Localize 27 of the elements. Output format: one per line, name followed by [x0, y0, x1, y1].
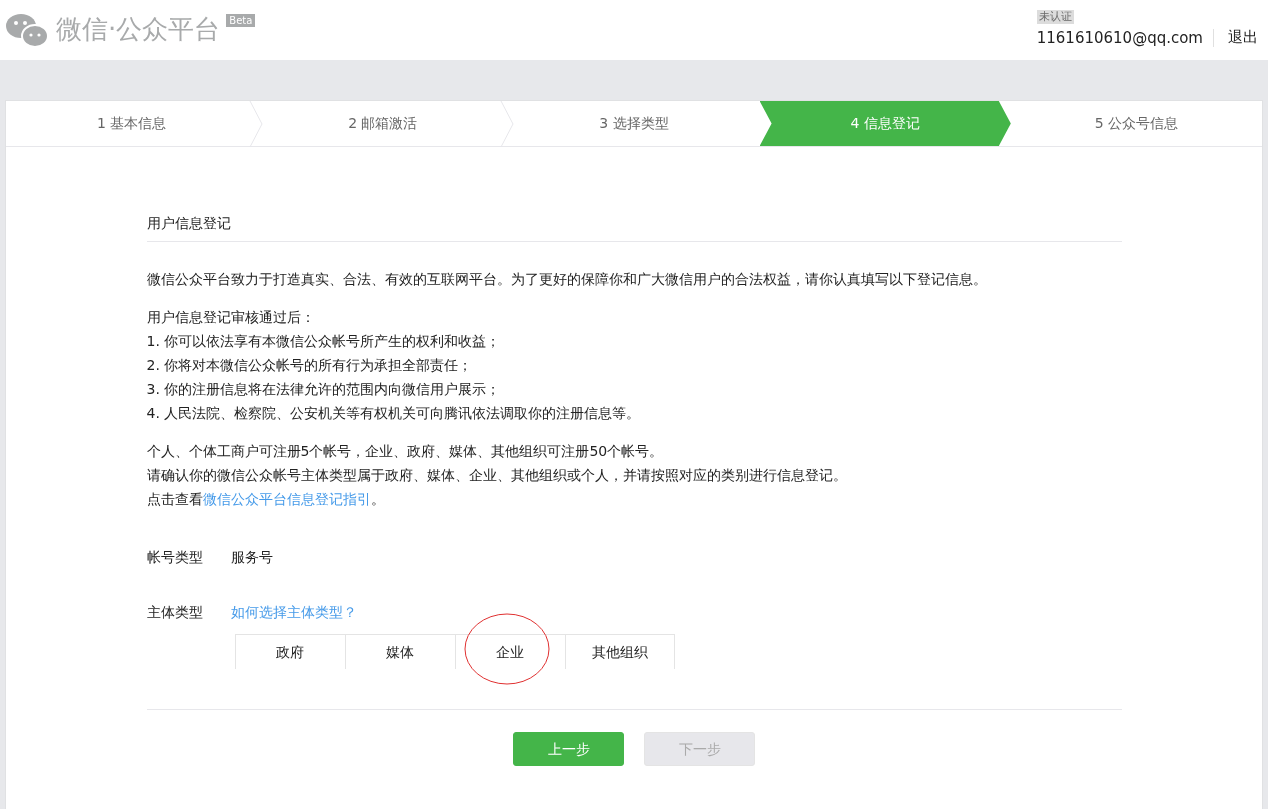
step-label: 3 选择类型	[598, 113, 670, 133]
field-label: 主体类型	[146, 603, 203, 622]
section-title: 用户信息登记	[146, 211, 1122, 242]
logo-text: 微信·公众平台	[56, 13, 221, 46]
account-email: 1161610610@qq.com	[1036, 28, 1214, 47]
list-item: 1. 你可以依法享有本微信公众帐号所产生的权利和收益；	[146, 332, 502, 351]
step-label: 5 公众号信息	[1093, 113, 1180, 133]
note-text: 请确认你的微信公众帐号主体类型属于政府、媒体、企业、其他组织或个人，并请按照对应的类别进行信息登记。	[146, 466, 848, 485]
step-label: 1 基本信息	[6, 101, 258, 146]
note-text: 个人、个体工商户可注册5个帐号，企业、政府、媒体、其他组织可注册50个帐号。	[146, 442, 665, 461]
logout-link[interactable]: 退出	[1214, 28, 1258, 47]
type-option[interactable]: 政府	[234, 634, 345, 669]
type-option[interactable]: 企业	[454, 634, 565, 669]
chat-bubbles-icon	[4, 12, 50, 48]
list-title: 用户信息登记审核通过后：	[146, 308, 316, 327]
intro-text: 微信公众平台致力于打造真实、合法、有效的互联网平台。为了更好的保障你和广大微信用户的合法权益，请你认真填写以下登记信息。	[146, 270, 988, 289]
guide-text: 点击查看微信公众平台信息登记指引。	[146, 490, 386, 509]
step-label: 2 邮箱激活	[257, 101, 509, 146]
beta-badge: Beta	[226, 14, 256, 27]
list-item: 4. 人民法院、检察院、公安机关等有权机关可向腾讯依法调取你的注册信息等。	[146, 404, 642, 423]
list-item: 2. 你将对本微信公众帐号的所有行为承担全部责任；	[146, 356, 474, 375]
type-option[interactable]: 其他组织	[564, 634, 675, 669]
type-option[interactable]: 媒体	[344, 634, 455, 669]
field-value: 服务号	[230, 548, 273, 567]
account-status: 未认证	[1036, 10, 1074, 24]
list-item: 3. 你的注册信息将在法律允许的范围内向微信用户展示；	[146, 380, 502, 399]
field-label: 帐号类型	[146, 548, 203, 567]
